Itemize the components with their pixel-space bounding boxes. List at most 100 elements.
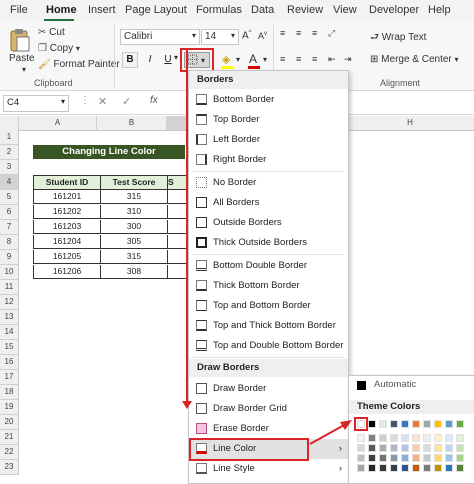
theme-color-swatch[interactable]	[445, 420, 453, 428]
top-and-bottom-border-item[interactable]: Top and Bottom Border	[189, 296, 348, 316]
line-style-item[interactable]: Line Style ›	[189, 459, 348, 479]
tint-color-swatch[interactable]	[379, 454, 387, 462]
row-header-13[interactable]: 13	[0, 310, 19, 325]
tab-home[interactable]: Home	[46, 4, 77, 16]
cell-student-id[interactable]: 161204	[33, 235, 101, 249]
row-header-20[interactable]: 20	[0, 415, 19, 430]
tint-color-swatch[interactable]	[434, 434, 442, 442]
chevron-down-icon[interactable]: ▾	[236, 55, 240, 64]
function-button[interactable]: fx	[150, 95, 158, 106]
tint-color-swatch[interactable]	[357, 464, 365, 472]
wrap-text-button[interactable]: ⮐ Wrap Text	[370, 30, 426, 47]
tint-color-swatch[interactable]	[368, 454, 376, 462]
left-border-item[interactable]: Left Border	[189, 130, 348, 150]
cell-partial[interactable]	[167, 235, 187, 249]
tint-color-swatch[interactable]	[423, 454, 431, 462]
draw-border-item[interactable]: Draw Border	[189, 379, 348, 399]
tab-review[interactable]: Review	[287, 4, 323, 16]
tint-color-swatch[interactable]	[390, 464, 398, 472]
outside-borders-item[interactable]: Outside Borders	[189, 213, 348, 233]
paste-dropdown-icon[interactable]: ▾	[22, 65, 26, 74]
row-header-7[interactable]: 7	[0, 220, 19, 235]
grow-font-button[interactable]: A^	[242, 30, 252, 41]
tint-color-swatch[interactable]	[445, 454, 453, 462]
top-and-double-bottom-border-item[interactable]: Top and Double Bottom Border	[189, 336, 348, 356]
cell-student-id[interactable]: 161205	[33, 250, 101, 264]
orientation-icon[interactable]: ⤢	[328, 28, 335, 39]
tint-color-swatch[interactable]	[412, 464, 420, 472]
merge-center-button[interactable]: ⊞ Merge & Center ▾	[370, 54, 459, 65]
tab-view[interactable]: View	[333, 4, 357, 16]
right-border-item[interactable]: Right Border	[189, 150, 348, 170]
tint-color-swatch[interactable]	[456, 444, 464, 452]
align-bottom-icon[interactable]: ≡	[312, 28, 317, 38]
tab-insert[interactable]: Insert	[88, 4, 116, 16]
theme-color-swatch[interactable]	[390, 420, 398, 428]
top-border-item[interactable]: Top Border	[189, 110, 348, 130]
italic-button[interactable]: I	[142, 52, 158, 68]
tint-color-swatch[interactable]	[401, 454, 409, 462]
cell-student-id[interactable]: 161203	[33, 220, 101, 234]
tab-formulas[interactable]: Formulas	[196, 4, 242, 16]
top-and-thick-bottom-border-item[interactable]: Top and Thick Bottom Border	[189, 316, 348, 336]
chevron-down-icon[interactable]: ▾	[174, 53, 178, 62]
tint-color-swatch[interactable]	[423, 444, 431, 452]
cell-partial[interactable]	[167, 265, 187, 279]
no-border-item[interactable]: No Border	[189, 173, 348, 193]
theme-color-swatch[interactable]	[401, 420, 409, 428]
automatic-color-option[interactable]: Automatic	[349, 376, 474, 394]
row-header-3[interactable]: 3	[0, 160, 19, 175]
row-header-18[interactable]: 18	[0, 385, 19, 400]
font-size-select[interactable]: 14 ▾	[201, 29, 239, 45]
enter-icon[interactable]: ✓	[122, 95, 131, 108]
tint-color-swatch[interactable]	[434, 444, 442, 452]
align-top-icon[interactable]: ≡	[280, 28, 285, 38]
cell-student-id[interactable]: 161201	[33, 190, 101, 204]
tint-color-swatch[interactable]	[423, 434, 431, 442]
tint-color-swatch[interactable]	[456, 434, 464, 442]
row-header-4[interactable]: 4	[0, 175, 19, 190]
fill-color-icon[interactable]: ◈	[222, 53, 230, 66]
tint-color-swatch[interactable]	[379, 464, 387, 472]
cell-partial[interactable]	[167, 205, 187, 219]
cell-test-score[interactable]: 315	[100, 250, 168, 264]
tint-color-swatch[interactable]	[390, 454, 398, 462]
tab-developer[interactable]: Developer	[369, 4, 419, 16]
copy-button[interactable]: ❐ Copy ▾	[38, 43, 80, 54]
tint-color-swatch[interactable]	[423, 464, 431, 472]
paste-label[interactable]: Paste	[9, 53, 35, 64]
chevron-down-icon[interactable]: ▾	[263, 55, 267, 64]
column-header-h[interactable]: H	[346, 116, 474, 131]
align-right-icon[interactable]: ≡	[312, 54, 317, 64]
increase-indent-icon[interactable]: ⇥	[344, 54, 352, 65]
tint-color-swatch[interactable]	[379, 444, 387, 452]
tab-help[interactable]: Help	[428, 4, 451, 16]
shrink-font-button[interactable]: Av	[258, 31, 267, 41]
theme-color-swatch[interactable]	[368, 420, 376, 428]
column-header-a[interactable]: A	[19, 116, 97, 131]
bold-button[interactable]: B	[122, 52, 138, 68]
row-header-15[interactable]: 15	[0, 340, 19, 355]
cell-partial[interactable]	[167, 250, 187, 264]
tint-color-swatch[interactable]	[445, 444, 453, 452]
row-header-21[interactable]: 21	[0, 430, 19, 445]
theme-color-swatch[interactable]	[456, 420, 464, 428]
row-header-1[interactable]: 1	[0, 130, 19, 145]
tint-color-swatch[interactable]	[379, 434, 387, 442]
tint-color-swatch[interactable]	[456, 464, 464, 472]
row-header-10[interactable]: 10	[0, 265, 19, 280]
format-painter-button[interactable]: 🖌 Format Painter	[38, 59, 120, 70]
cell-student-id[interactable]: 161202	[33, 205, 101, 219]
tab-page-layout[interactable]: Page Layout	[125, 4, 187, 16]
theme-color-swatch[interactable]	[423, 420, 431, 428]
tint-color-swatch[interactable]	[368, 434, 376, 442]
row-header-12[interactable]: 12	[0, 295, 19, 310]
header-test-score[interactable]: Test Score	[100, 175, 168, 190]
tint-color-swatch[interactable]	[357, 454, 365, 462]
all-borders-item[interactable]: All Borders	[189, 193, 348, 213]
thick-outside-borders-item[interactable]: Thick Outside Borders	[189, 233, 348, 253]
theme-color-swatch[interactable]	[379, 420, 387, 428]
tint-color-swatch[interactable]	[456, 454, 464, 462]
row-header-5[interactable]: 5	[0, 190, 19, 205]
theme-color-swatch[interactable]	[412, 420, 420, 428]
